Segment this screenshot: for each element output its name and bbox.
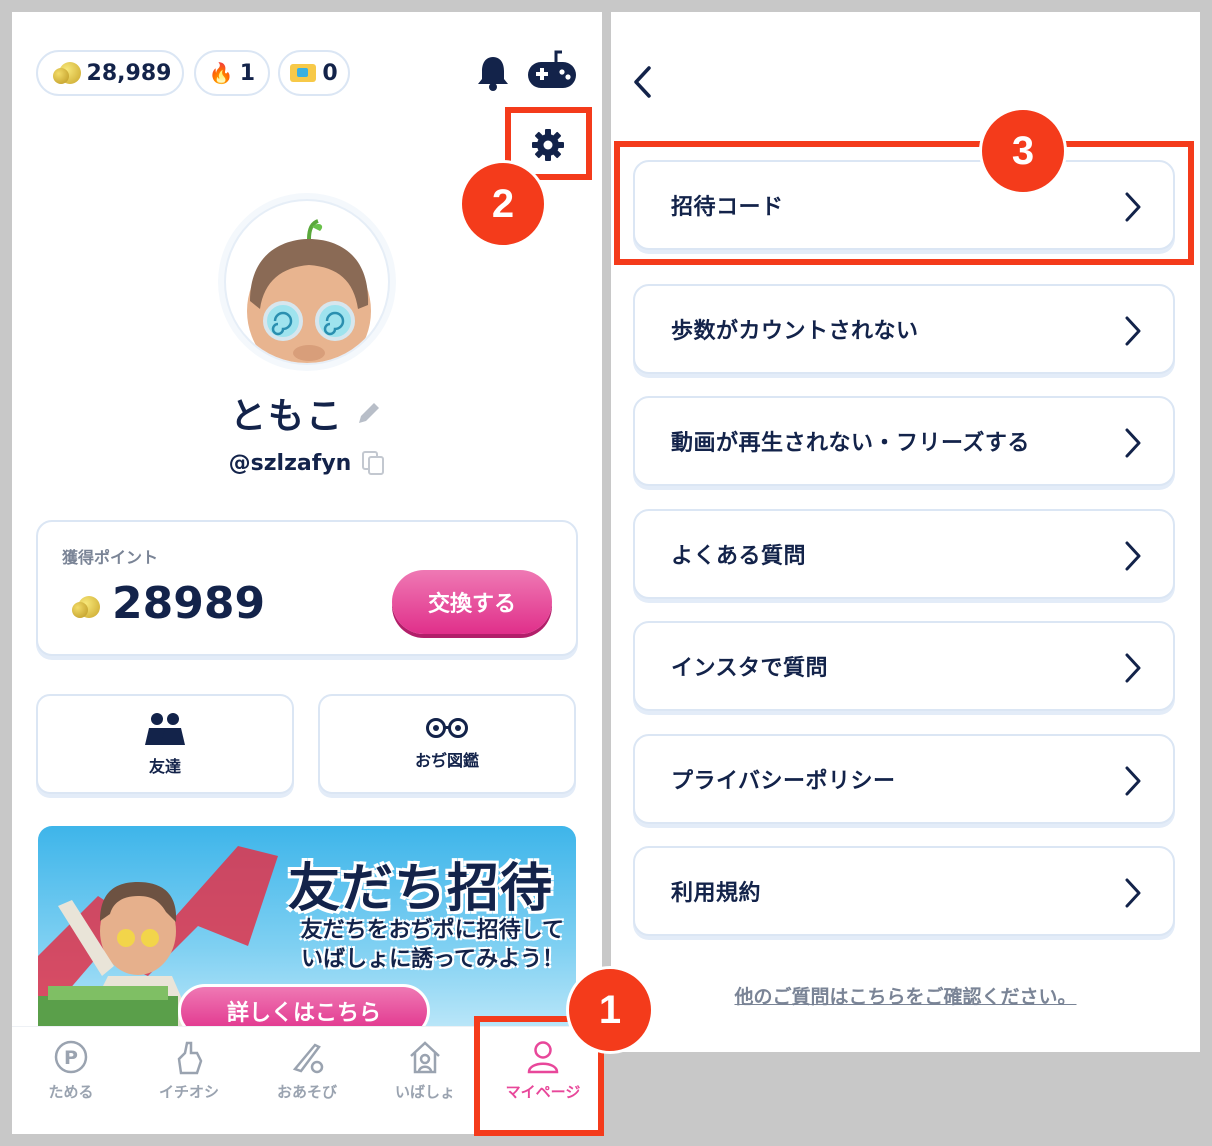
step-badge-2: 2	[459, 160, 547, 248]
banner-subtitle-line2: いばしょに誘ってみよう！	[301, 947, 564, 972]
ticket-value: 0	[322, 60, 338, 86]
tab-oasobi[interactable]: おあそび	[252, 1039, 362, 1129]
glasses-icon	[426, 718, 468, 738]
banner-subtitle-line1: 友だちをおぢポに招待して	[300, 918, 564, 943]
menu-faq[interactable]: よくある質問	[633, 509, 1175, 599]
chevron-right-icon	[1125, 541, 1141, 571]
house-icon	[410, 1041, 440, 1074]
streak-value: 1	[239, 60, 256, 86]
tab-tameru-label: ためる	[48, 1083, 94, 1101]
avatar-illustration	[247, 219, 371, 363]
ojisan-book-tile[interactable]: おぢ図鑑	[318, 694, 576, 794]
avatar[interactable]	[224, 199, 390, 365]
coin-icon	[72, 596, 100, 618]
menu-video-not-playing[interactable]: 動画が再生されない・フリーズする	[633, 396, 1175, 486]
finger-heart-icon	[177, 1041, 203, 1075]
ticket-pill[interactable]: 0	[278, 50, 350, 96]
back-chevron-icon[interactable]	[631, 64, 655, 100]
other-questions-link[interactable]: 他のご質問はこちらをご確認ください。	[611, 982, 1200, 1009]
bell-icon[interactable]	[474, 54, 512, 92]
step-badge-1: 1	[566, 966, 654, 1054]
coin-icon	[52, 62, 81, 84]
gamepad-icon[interactable]	[526, 48, 578, 92]
pencil-icon[interactable]	[354, 398, 384, 428]
menu-privacy-policy-label: プライバシーポリシー	[671, 769, 896, 794]
ojisan-book-tile-label: おぢ図鑑	[414, 751, 479, 770]
profile-handle: @szlzafyn	[228, 450, 352, 476]
profile-name: ともこ	[229, 396, 344, 437]
chevron-right-icon	[1125, 878, 1141, 908]
tab-ibasho-label: いばしょ	[394, 1083, 455, 1101]
invite-friends-banner[interactable]: 友だち招待 友だちをおぢポに招待して いばしょに誘ってみよう！ 詳しくはこちら	[38, 826, 576, 1046]
menu-instagram-question[interactable]: インスタで質問	[633, 621, 1175, 711]
chevron-right-icon	[1125, 653, 1141, 683]
points-value: 28989	[112, 578, 266, 629]
profile-handle-row: @szlzafyn	[12, 450, 602, 476]
coin-balance-value: 28,989	[86, 60, 172, 86]
chevron-right-icon	[1125, 316, 1141, 346]
points-label: 獲得ポイント	[62, 548, 159, 567]
tab-ichioshi[interactable]: イチオシ	[134, 1039, 244, 1129]
highlight-invite-code-box	[614, 141, 1194, 265]
streak-pill[interactable]: 🔥 1	[194, 50, 270, 96]
copy-icon[interactable]	[361, 450, 385, 476]
flame-icon: 🔥	[208, 61, 234, 85]
menu-steps-not-counted[interactable]: 歩数がカウントされない	[633, 284, 1175, 374]
points-card: 獲得ポイント 28989 交換する	[36, 520, 578, 656]
friends-tile-label: 友達	[148, 757, 181, 776]
tab-oasobi-label: おあそび	[276, 1083, 337, 1101]
exchange-button[interactable]: 交換する	[392, 570, 552, 634]
menu-terms-label: 利用規約	[671, 881, 762, 906]
menu-video-not-playing-label: 動画が再生されない・フリーズする	[671, 431, 1030, 456]
banner-subtitle: 友だちをおぢポに招待して いばしょに誘ってみよう！	[264, 916, 564, 974]
friends-icon	[145, 713, 185, 745]
tab-ibasho[interactable]: いばしょ	[370, 1039, 480, 1129]
coin-balance-pill[interactable]: 28,989	[36, 50, 184, 96]
p-coin-icon: P	[54, 1040, 88, 1074]
chevron-right-icon	[1125, 766, 1141, 796]
menu-instagram-question-label: インスタで質問	[671, 656, 829, 681]
menu-faq-label: よくある質問	[671, 544, 807, 569]
tab-ichioshi-label: イチオシ	[158, 1083, 219, 1101]
menu-privacy-policy[interactable]: プライバシーポリシー	[633, 734, 1175, 824]
banner-title: 友だち招待	[288, 859, 554, 919]
tab-tameru[interactable]: P ためる	[16, 1039, 126, 1129]
baseball-icon	[292, 1043, 324, 1074]
menu-terms[interactable]: 利用規約	[633, 846, 1175, 936]
ticket-icon	[290, 64, 317, 82]
svg-text:P: P	[64, 1047, 78, 1069]
chevron-right-icon	[1125, 428, 1141, 458]
friends-tile[interactable]: 友達	[36, 694, 294, 794]
menu-steps-not-counted-label: 歩数がカウントされない	[671, 319, 919, 344]
profile-name-row: ともこ	[12, 387, 602, 439]
step-badge-3: 3	[979, 107, 1067, 195]
